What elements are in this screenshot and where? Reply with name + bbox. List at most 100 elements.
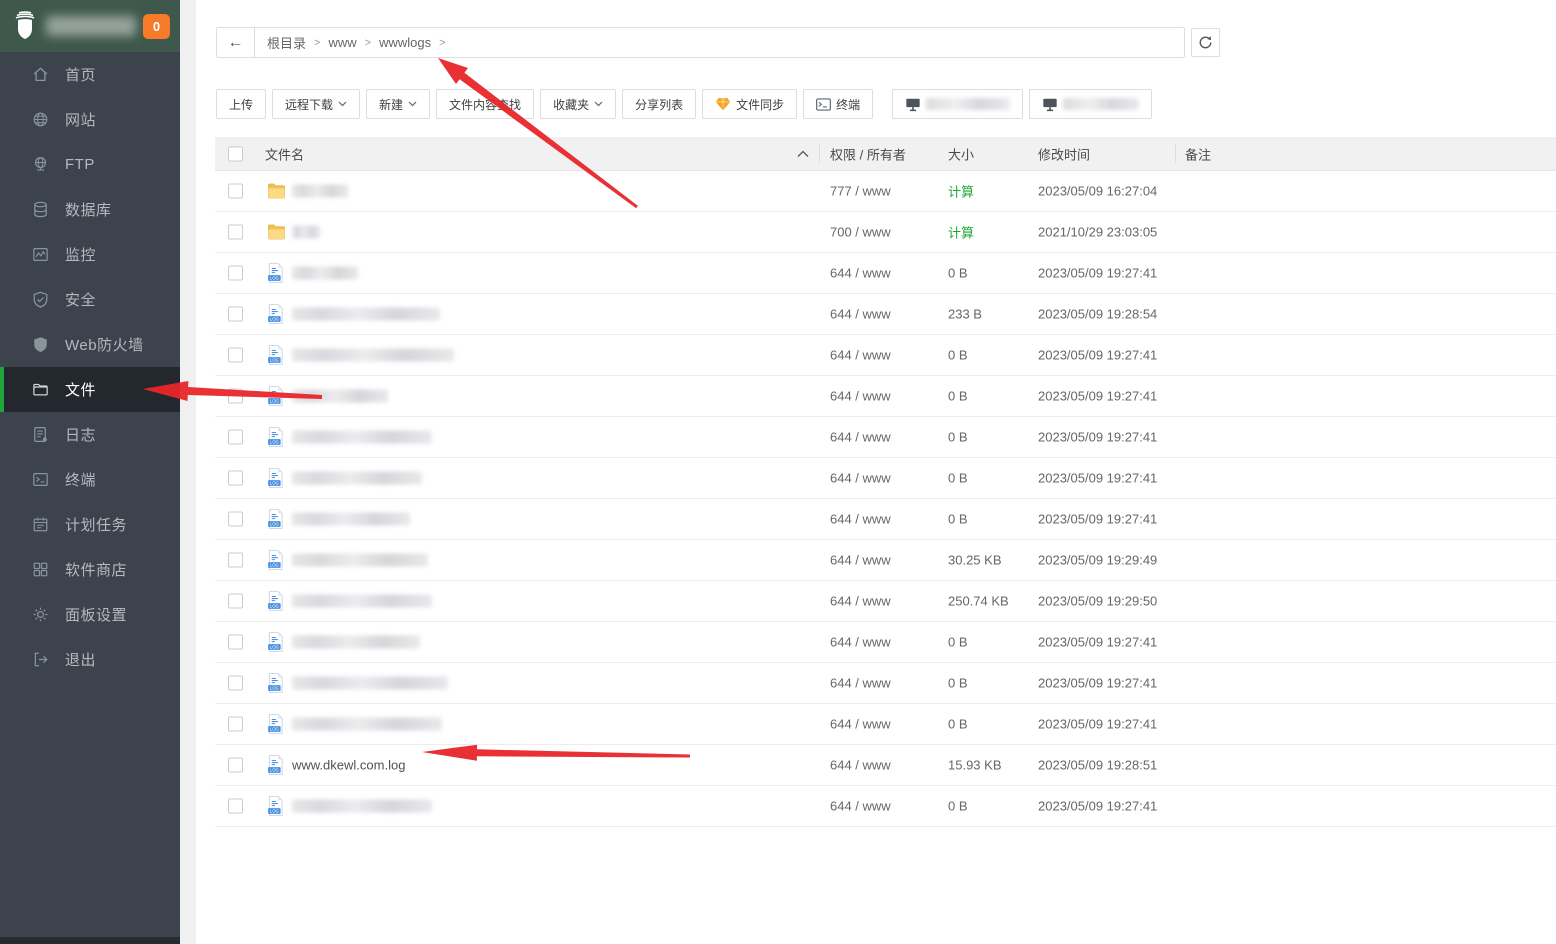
sort-up-icon[interactable] [797,150,809,157]
back-button[interactable]: ← [217,28,255,57]
sidebar-item-home[interactable]: 首页 [0,52,180,97]
row-checkbox[interactable] [228,553,243,568]
svg-text:LOG: LOG [270,563,280,568]
file-name-redacted [292,472,422,485]
folder-icon [31,380,50,399]
file-name-redacted [292,185,348,198]
permission-owner: 644 / www [830,553,891,568]
modified-time: 2023/05/09 19:27:41 [1038,389,1157,404]
breadcrumb-item[interactable]: wwwlogs [379,35,431,50]
file-size: 15.93 KB [948,758,1002,773]
sidebar-item-terminal[interactable]: 终端 [0,457,180,502]
refresh-button[interactable] [1191,28,1220,57]
toolbar-button-terminal[interactable]: 终端 [803,89,873,119]
table-row: LOG644 / www250.74 KB2023/05/09 19:29:50 [215,581,1556,622]
sidebar-item-label: 监控 [65,244,96,265]
checkbox [228,717,243,732]
table-row: LOG644 / www0 B2023/05/09 19:27:41 [215,458,1556,499]
row-checkbox[interactable] [228,799,243,814]
sidebar-item-ftp[interactable]: FTP [0,142,180,187]
notification-badge[interactable]: 0 [143,14,170,39]
sidebar-item-label: 日志 [65,424,96,445]
breadcrumb: 根目录>www>wwwlogs> [255,28,454,57]
row-checkbox[interactable] [228,512,243,527]
breadcrumb-item[interactable]: 根目录 [267,33,306,52]
header-filename[interactable]: 文件名 [265,144,304,163]
row-checkbox[interactable] [228,430,243,445]
sidebar-item-waf[interactable]: Web防火墙 [0,322,180,367]
row-checkbox[interactable] [228,717,243,732]
back-arrow-icon: ← [228,34,244,52]
log-file-icon: LOG [267,755,284,776]
row-checkbox[interactable] [228,389,243,404]
toolbar-button-file-content-search[interactable]: 文件内容查找 [436,89,534,119]
row-checkbox[interactable] [228,184,243,199]
toolbar-button-redacted-2[interactable] [1029,89,1152,119]
toolbar-button-new[interactable]: 新建 [366,89,430,119]
file-name-redacted [292,349,454,362]
sidebar-item-monitor[interactable]: 监控 [0,232,180,277]
modified-time: 2023/05/09 19:29:50 [1038,594,1157,609]
sidebar-item-appstore[interactable]: 软件商店 [0,547,180,592]
row-checkbox[interactable] [228,676,243,691]
table-header: 文件名 权限 / 所有者 大小 修改时间 备注 [215,137,1556,171]
toolbar-button-remote-download[interactable]: 远程下载 [272,89,360,119]
toolbar-button-redacted-1[interactable] [892,89,1023,119]
toolbar-button-favorites[interactable]: 收藏夹 [540,89,616,119]
toolbar-button-upload[interactable]: 上传 [216,89,266,119]
sidebar-item-label: 首页 [65,64,96,85]
file-name-redacted [292,636,420,649]
row-checkbox[interactable] [228,471,243,486]
calc-size-link[interactable]: 计算 [948,182,974,201]
toolbar-button-label: 远程下载 [285,96,333,113]
table-row: LOG644 / www0 B2023/05/09 19:27:41 [215,704,1556,745]
modified-time: 2023/05/09 19:27:41 [1038,799,1157,814]
sidebar-item-logout[interactable]: 退出 [0,637,180,682]
log-file-icon: LOG [267,632,284,653]
row-checkbox[interactable] [228,307,243,322]
log-file-icon: LOG [267,550,284,571]
header-divider [819,144,820,163]
sidebar-item-settings[interactable]: 面板设置 [0,592,180,637]
row-checkbox[interactable] [228,266,243,281]
log-file-icon: LOG [267,591,284,612]
permission-owner: 644 / www [830,389,891,404]
sidebar-item-cron[interactable]: 计划任务 [0,502,180,547]
sidebar-item-label: FTP [65,156,95,173]
file-name-redacted [292,390,388,403]
modified-time: 2023/05/09 19:29:49 [1038,553,1157,568]
sidebar-item-label: 网站 [65,109,96,130]
sidebar-item-security[interactable]: 安全 [0,277,180,322]
shield-check-icon [31,290,50,309]
header-mtime: 修改时间 [1038,144,1090,163]
select-all-checkbox[interactable] [228,146,243,161]
modified-time: 2023/05/09 19:27:41 [1038,635,1157,650]
refresh-icon [1198,35,1213,50]
file-name-redacted [292,595,432,608]
toolbar-button-share-list[interactable]: 分享列表 [622,89,696,119]
file-name-redacted [292,718,442,731]
sidebar-item-files[interactable]: 文件 [0,367,180,412]
row-checkbox[interactable] [228,758,243,773]
modified-time: 2023/05/09 19:28:51 [1038,758,1157,773]
permission-owner: 644 / www [830,266,891,281]
row-checkbox[interactable] [228,594,243,609]
checkbox [228,676,243,691]
row-checkbox[interactable] [228,348,243,363]
folder-file-icon [267,183,286,200]
sidebar-item-database[interactable]: 数据库 [0,187,180,232]
modified-time: 2023/05/09 19:27:41 [1038,676,1157,691]
svg-text:LOG: LOG [270,399,280,404]
row-checkbox[interactable] [228,225,243,240]
modified-time: 2023/05/09 19:27:41 [1038,430,1157,445]
row-checkbox[interactable] [228,635,243,650]
file-toolbar: 上传 远程下载 新建文件内容查找收藏夹分享列表文件同步终端 [216,89,1152,119]
calc-size-link[interactable]: 计算 [948,223,974,242]
sidebar-item-logs[interactable]: 日志 [0,412,180,457]
sidebar-item-website[interactable]: 网站 [0,97,180,142]
toolbar-button-file-sync[interactable]: 文件同步 [702,89,797,119]
checkbox [228,225,243,240]
breadcrumb-separator: > [365,37,371,49]
file-name-link[interactable]: www.dkewl.com.log [292,758,405,773]
breadcrumb-item[interactable]: www [328,35,356,50]
